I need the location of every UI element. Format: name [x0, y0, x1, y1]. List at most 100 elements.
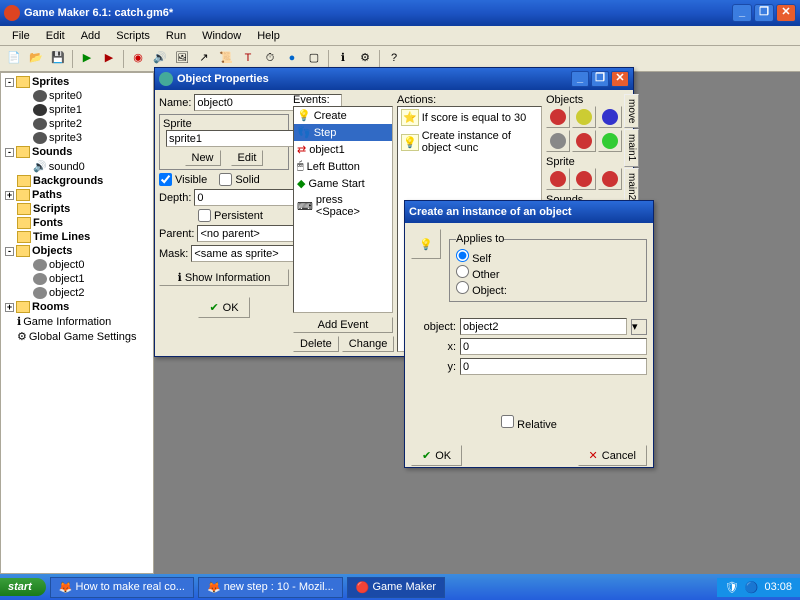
instdlg-cancel-button[interactable]: ✕Cancel — [578, 445, 647, 466]
other-radio[interactable] — [456, 265, 469, 278]
room-icon[interactable]: ▢ — [304, 49, 324, 69]
object-input[interactable] — [460, 318, 627, 335]
tree-scripts[interactable]: Scripts — [3, 202, 151, 216]
instdlg-titlebar[interactable]: Create an instance of an object — [405, 201, 653, 223]
tray-icon[interactable]: 🛡 — [725, 581, 739, 594]
tree-backgrounds[interactable]: Backgrounds — [3, 174, 151, 188]
palette-button[interactable] — [546, 168, 570, 190]
timeline-icon[interactable]: ⏱ — [260, 49, 280, 69]
event-item[interactable]: ◆Game Start — [294, 175, 392, 192]
menu-edit[interactable]: Edit — [38, 28, 73, 44]
object-radio[interactable] — [456, 281, 469, 294]
sound-icon[interactable]: 🔊 — [150, 49, 170, 69]
new-sprite-button[interactable]: New — [185, 150, 221, 166]
tree-object-item[interactable]: object2 — [3, 286, 151, 300]
tree-sprite-item[interactable]: sprite1 — [3, 103, 151, 117]
tree-sound-item[interactable]: 🔊sound0 — [3, 159, 151, 174]
delete-event-button[interactable]: Delete — [293, 336, 339, 352]
vtab-move[interactable]: move — [624, 94, 639, 128]
font-icon[interactable]: T — [238, 49, 258, 69]
script-icon[interactable]: 📜 — [216, 49, 236, 69]
object-picker-icon[interactable]: ▾ — [631, 319, 647, 335]
taskbar-item[interactable]: 🔴Game Maker — [347, 577, 445, 598]
relative-checkbox[interactable] — [501, 415, 514, 428]
objprops-titlebar[interactable]: Object Properties _ ❐ ✕ — [155, 68, 633, 90]
event-item[interactable]: 👣Step — [294, 124, 392, 141]
settings-icon[interactable]: ⚙ — [355, 49, 375, 69]
menu-window[interactable]: Window — [194, 28, 249, 44]
run-icon[interactable]: ▶ — [77, 49, 97, 69]
tree-paths[interactable]: +Paths — [3, 188, 151, 202]
sprite-icon[interactable]: ◉ — [128, 49, 148, 69]
taskbar-item[interactable]: 🦊How to make real co... — [50, 577, 194, 598]
menu-run[interactable]: Run — [158, 28, 194, 44]
menu-scripts[interactable]: Scripts — [108, 28, 158, 44]
event-item[interactable]: 💡Create — [294, 107, 392, 124]
objprops-maximize-button[interactable]: ❐ — [591, 71, 609, 87]
tree-gameinfo[interactable]: ℹGame Information — [3, 314, 151, 329]
start-button[interactable]: start — [0, 578, 46, 596]
path-icon[interactable]: ↗ — [194, 49, 214, 69]
resource-tree[interactable]: -Sprites sprite0 sprite1 sprite2 sprite3… — [0, 72, 154, 574]
taskbar-item[interactable]: 🦊new step : 10 - Mozil... — [198, 577, 343, 598]
tree-sprite-item[interactable]: sprite3 — [3, 131, 151, 145]
persistent-checkbox[interactable] — [198, 209, 211, 222]
tree-object-item[interactable]: object1 — [3, 272, 151, 286]
tree-objects[interactable]: -Objects — [3, 244, 151, 258]
tree-fonts[interactable]: Fonts — [3, 216, 151, 230]
menu-help[interactable]: Help — [249, 28, 288, 44]
maximize-button[interactable]: ❐ — [754, 4, 774, 22]
menu-add[interactable]: Add — [73, 28, 109, 44]
new-file-icon[interactable]: 📄 — [4, 49, 24, 69]
help-icon[interactable]: ? — [384, 49, 404, 69]
tray-icon[interactable]: 🔵 — [745, 581, 759, 594]
objprops-minimize-button[interactable]: _ — [571, 71, 589, 87]
palette-button[interactable] — [598, 106, 622, 128]
tree-sprite-item[interactable]: sprite0 — [3, 89, 151, 103]
object-icon[interactable]: ● — [282, 49, 302, 69]
y-input[interactable] — [460, 358, 647, 375]
tree-sprite-item[interactable]: sprite2 — [3, 117, 151, 131]
info-icon[interactable]: ℹ — [333, 49, 353, 69]
solid-checkbox[interactable] — [219, 173, 232, 186]
tree-sounds[interactable]: -Sounds — [3, 145, 151, 159]
vtab-main1[interactable]: main1 — [624, 129, 639, 166]
self-radio[interactable] — [456, 249, 469, 262]
objprops-close-button[interactable]: ✕ — [611, 71, 629, 87]
action-item[interactable]: 💡Create instance of object <unc — [398, 128, 541, 156]
palette-button[interactable] — [572, 106, 596, 128]
action-item[interactable]: ⭐If score is equal to 30 — [398, 107, 541, 128]
menu-file[interactable]: File — [4, 28, 38, 44]
event-item[interactable]: ⇄object1 — [294, 141, 392, 158]
minimize-button[interactable]: _ — [732, 4, 752, 22]
system-tray[interactable]: 🛡 🔵 03:08 — [717, 578, 800, 597]
show-info-button[interactable]: ℹ Show Information — [159, 269, 289, 286]
tree-sprites[interactable]: -Sprites — [3, 75, 151, 89]
palette-button[interactable] — [598, 168, 622, 190]
event-item[interactable]: ⌨press <Space> — [294, 192, 392, 220]
palette-button[interactable] — [546, 106, 570, 128]
close-button[interactable]: ✕ — [776, 4, 796, 22]
palette-button[interactable] — [572, 168, 596, 190]
edit-sprite-button[interactable]: Edit — [231, 150, 264, 166]
change-event-button[interactable]: Change — [342, 336, 395, 352]
add-event-button[interactable]: Add Event — [293, 317, 393, 333]
events-list[interactable]: 💡Create 👣Step ⇄object1 🖱Left Button ◆Gam… — [293, 106, 393, 313]
event-item[interactable]: 🖱Left Button — [294, 158, 392, 175]
ok-button[interactable]: ✔OK — [198, 297, 249, 318]
instdlg-ok-button[interactable]: ✔OK — [411, 445, 462, 466]
tree-timelines[interactable]: Time Lines — [3, 230, 151, 244]
open-file-icon[interactable]: 📂 — [26, 49, 46, 69]
save-icon[interactable]: 💾 — [48, 49, 68, 69]
sprite-input[interactable] — [166, 130, 314, 147]
tree-rooms[interactable]: +Rooms — [3, 300, 151, 314]
tree-object-item[interactable]: object0 — [3, 258, 151, 272]
palette-button[interactable] — [572, 130, 596, 152]
tree-settings[interactable]: ⚙Global Game Settings — [3, 329, 151, 344]
background-icon[interactable]: 🖼 — [172, 49, 192, 69]
palette-button[interactable] — [546, 130, 570, 152]
x-input[interactable] — [460, 338, 647, 355]
run-debug-icon[interactable]: ▶ — [99, 49, 119, 69]
visible-checkbox[interactable] — [159, 173, 172, 186]
palette-button[interactable] — [598, 130, 622, 152]
